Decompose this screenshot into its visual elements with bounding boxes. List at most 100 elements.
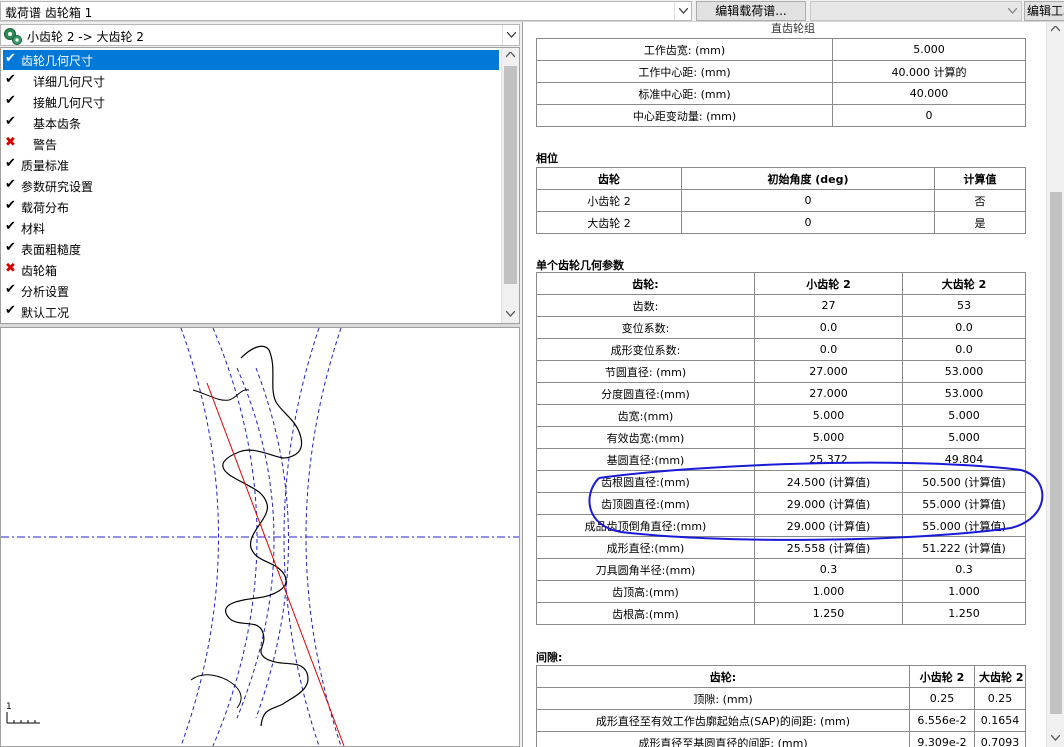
clearance-section-title: 间隙: <box>536 651 563 664</box>
scroll-down-icon[interactable] <box>506 311 515 317</box>
tree-item[interactable]: ✔ 基本齿条 <box>3 113 499 133</box>
row-label-cell: 齿顶高:(mm) <box>536 580 755 603</box>
single-gear-row: 齿宽:(mm) 5.000 5.000 <box>536 404 1026 427</box>
row-label-cell: 工作中心距: (mm) <box>536 60 833 83</box>
value-cell: 0 <box>681 189 935 212</box>
center-distance-row: 工作中心距: (mm) 40.000 计算的 <box>536 60 1026 83</box>
tree-item-label: 齿轮箱 <box>21 264 58 278</box>
tree-scrollbar[interactable] <box>501 48 519 323</box>
scale-ruler-icon <box>6 712 40 724</box>
value-cell: 6.556e-2 <box>909 709 975 732</box>
column-header: 大齿轮 2 <box>974 665 1026 688</box>
report-scrollbar-thumb[interactable] <box>1050 192 1062 714</box>
single-gear-row: 分度圆直径:(mm) 27.000 53.000 <box>536 382 1026 405</box>
edit-load-spectrum-button[interactable]: 编辑载荷谱... <box>696 1 806 21</box>
row-label-cell: 成形直径至有效工作齿廓起始点(SAP)的间距: (mm) <box>536 709 910 732</box>
phase-header-row: 齿轮 初始角度 (deg) 计算值 <box>536 167 1026 190</box>
value-cell: 0 <box>832 104 1026 127</box>
row-label-cell: 有效齿宽:(mm) <box>536 426 755 449</box>
clearance-row: 顶隙: (mm) 0.25 0.25 <box>536 687 1026 710</box>
tree-item[interactable]: ✔ 齿轮几何尺寸 <box>3 50 499 70</box>
value-cell: 0.0 <box>754 338 903 361</box>
value-cell: 40.000 <box>832 82 1026 105</box>
clearance-header-row: 齿轮: 小齿轮 2 大齿轮 2 <box>536 665 1026 688</box>
single-gear-row: 成形变位系数: 0.0 0.0 <box>536 338 1026 361</box>
row-label-cell: 成形直径至基圆直径的间距: (mm) <box>536 731 910 747</box>
disabled-combo[interactable] <box>810 1 1022 21</box>
chevron-down-icon[interactable] <box>1004 2 1021 20</box>
chevron-down-icon[interactable] <box>502 25 519 45</box>
scroll-up-icon[interactable] <box>1051 26 1060 32</box>
value-cell: 53.000 <box>902 382 1026 405</box>
value-cell: 0.0 <box>902 338 1026 361</box>
row-label-cell: 顶隙: (mm) <box>536 687 910 710</box>
single-gear-row: 齿顶高:(mm) 1.000 1.000 <box>536 580 1026 603</box>
report-section-title: 直齿轮组 <box>771 22 815 35</box>
value-cell: 0.0 <box>902 316 1026 339</box>
clearance-row: 成形直径至基圆直径的间距: (mm) 9.309e-2 0.7093 <box>536 731 1026 747</box>
tree-item-label: 参数研究设置 <box>21 180 94 194</box>
row-label-cell: 齿宽:(mm) <box>536 404 755 427</box>
value-cell: 0.25 <box>974 687 1026 710</box>
error-x-icon: ✖ <box>5 261 16 276</box>
edit-condition-button[interactable]: 编辑工况 <box>1024 1 1064 21</box>
checkmark-icon: ✔ <box>5 177 16 192</box>
single-gear-row: 刀具圆角半径:(mm) 0.3 0.3 <box>536 558 1026 581</box>
single-gear-row: 齿根高:(mm) 1.250 1.250 <box>536 602 1026 625</box>
value-cell: 5.000 <box>902 426 1026 449</box>
value-cell: 0.25 <box>909 687 975 710</box>
value-cell: 27 <box>754 294 903 317</box>
scroll-down-icon[interactable] <box>1051 735 1060 741</box>
single-gear-header-row: 齿轮: 小齿轮 2 大齿轮 2 <box>536 272 1026 295</box>
tree-item[interactable]: ✔ 参数研究设置 <box>3 176 499 196</box>
tree-item[interactable]: ✔ 分析设置 <box>3 281 499 301</box>
phase-row: 大齿轮 20是 <box>536 211 1026 234</box>
tree-item[interactable]: ✔ 质量标准 <box>3 155 499 175</box>
scroll-up-icon[interactable] <box>506 52 515 58</box>
single-gear-row: 变位系数: 0.0 0.0 <box>536 316 1026 339</box>
center-distance-row: 工作齿宽: (mm) 5.000 <box>536 38 1026 61</box>
report-scrollbar[interactable] <box>1046 22 1064 747</box>
checkmark-icon: ✔ <box>5 303 16 318</box>
checkmark-icon: ✔ <box>5 72 16 87</box>
tree-item[interactable]: ✔ 材料 <box>3 218 499 238</box>
chevron-down-icon[interactable] <box>674 2 691 20</box>
single-gear-row: 有效齿宽:(mm) 5.000 5.000 <box>536 426 1026 449</box>
tooth-profile-secondary <box>190 389 250 709</box>
checkmark-icon: ✔ <box>5 219 16 234</box>
row-label-cell: 大齿轮 2 <box>536 211 682 234</box>
tree-item[interactable]: ✔ 详细几何尺寸 <box>3 71 499 91</box>
single-gear-table: 齿轮: 小齿轮 2 大齿轮 2 齿数: 27 53 变位系数: 0.0 0.0 成形变位系数: 0… <box>536 272 1026 625</box>
value-cell: 27.000 <box>754 382 903 405</box>
phase-table: 齿轮 初始角度 (deg) 计算值 小齿轮 2 0 否大齿轮 20是 <box>536 167 1026 234</box>
tree-item[interactable]: ✔ 接触几何尺寸 <box>3 92 499 112</box>
tree-item[interactable]: ✔ 表面粗糙度 <box>3 239 499 259</box>
tree-item-label: 分析设置 <box>21 285 70 299</box>
load-spectrum-combo[interactable]: 载荷谱 齿轮箱 1 <box>0 1 692 21</box>
value-cell: 0.3 <box>902 558 1026 581</box>
gear-pair-combo[interactable]: 小齿轮 2 -> 大齿轮 2 <box>0 24 520 46</box>
tree-item[interactable]: ✖ 齿轮箱 <box>3 260 499 280</box>
value-cell: 5.000 <box>832 38 1026 61</box>
tree-item[interactable]: ✔ 默认工况 <box>3 302 499 322</box>
tree-item[interactable]: ✔ 载荷分布 <box>3 197 499 217</box>
value-cell: 0.3 <box>754 558 903 581</box>
row-label-cell: 节圆直径: (mm) <box>536 360 755 383</box>
value-cell: 否 <box>934 189 1026 212</box>
gear-pair-combo-text: 小齿轮 2 -> 大齿轮 2 <box>27 30 144 44</box>
gear-pair-icon <box>3 26 23 49</box>
clearance-row: 成形直径至有效工作齿廓起始点(SAP)的间距: (mm) 6.556e-2 0.16… <box>536 709 1026 732</box>
tree-item[interactable]: ✖ 警告 <box>3 134 499 154</box>
checkmark-icon: ✔ <box>5 156 16 171</box>
column-header: 大齿轮 2 <box>902 272 1026 295</box>
row-label-cell: 齿数: <box>536 294 755 317</box>
gear-mesh-plot <box>0 327 520 747</box>
value-cell: 0.0 <box>754 316 903 339</box>
tree-item-label: 质量标准 <box>21 159 70 173</box>
clearance-table: 齿轮: 小齿轮 2 大齿轮 2 顶隙: (mm) 0.25 0.25 成形直径至有效工作齿… <box>536 665 1026 747</box>
tree-scrollbar-thumb[interactable] <box>504 66 517 284</box>
tree-item-label: 载荷分布 <box>21 201 70 215</box>
row-label-cell: 标准中心距: (mm) <box>536 82 833 105</box>
load-spectrum-combo-text: 载荷谱 齿轮箱 1 <box>5 6 93 20</box>
value-cell: 0 <box>681 211 935 234</box>
